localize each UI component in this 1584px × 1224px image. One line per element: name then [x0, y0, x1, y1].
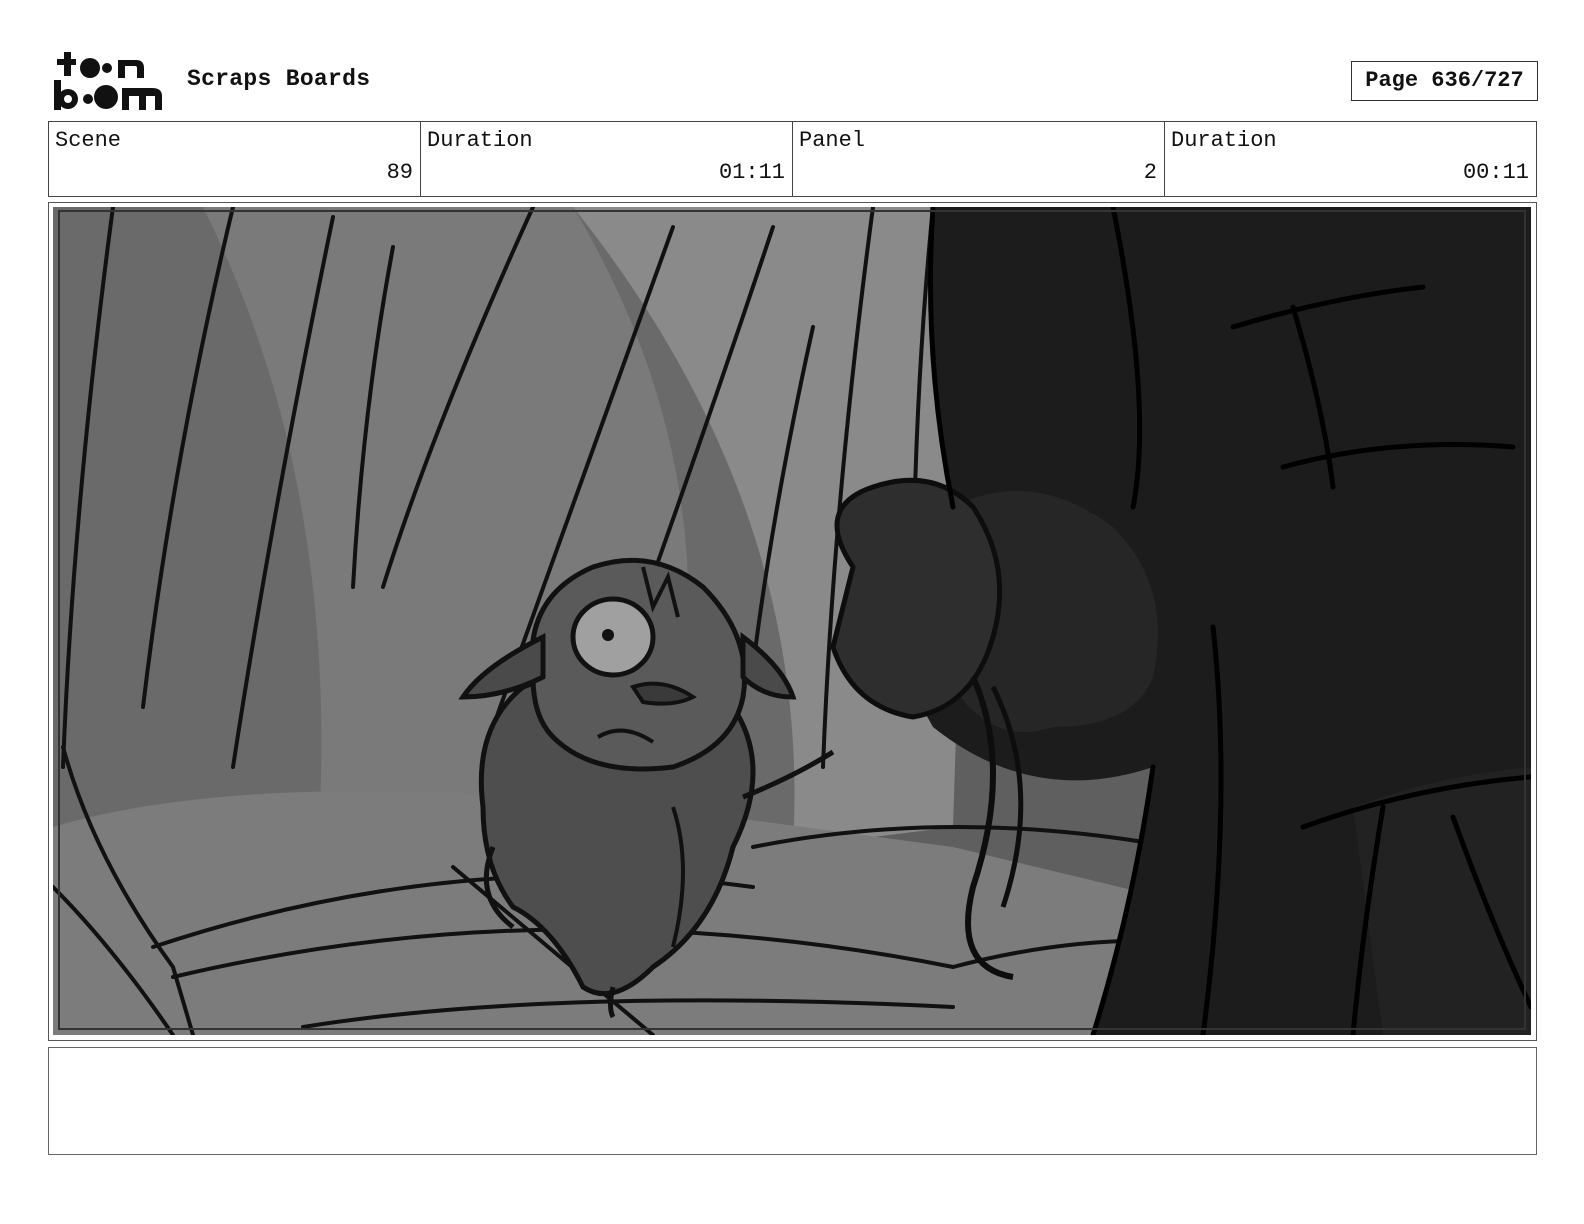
- panel-frame: [48, 202, 1537, 1041]
- scene-duration-label: Duration: [427, 128, 533, 153]
- scene-cell: Scene 89: [49, 122, 421, 196]
- scene-label: Scene: [55, 128, 122, 153]
- scene-info-table: Scene 89 Duration 01:11 Panel 2 Duration…: [48, 121, 1537, 197]
- toonboom-logo-icon: [54, 52, 162, 110]
- scene-value: 89: [386, 160, 413, 185]
- panel-duration-cell: Duration 00:11: [1165, 122, 1536, 196]
- board-title: Scraps Boards: [187, 66, 371, 92]
- toonboom-logo: [52, 50, 164, 112]
- panel-duration-label: Duration: [1171, 128, 1277, 153]
- page-indicator: Page 636/727: [1351, 61, 1538, 101]
- scene-duration-value: 01:11: [718, 160, 785, 185]
- panel-image: [53, 207, 1531, 1035]
- panel-duration-value: 00:11: [1462, 160, 1529, 185]
- panel-notes[interactable]: [48, 1047, 1537, 1155]
- storyboard-sketch-icon: [53, 207, 1531, 1035]
- scene-duration-cell: Duration 01:11: [421, 122, 793, 196]
- panel-value: 2: [1143, 160, 1157, 185]
- panel-cell: Panel 2: [793, 122, 1165, 196]
- panel-label: Panel: [799, 128, 866, 153]
